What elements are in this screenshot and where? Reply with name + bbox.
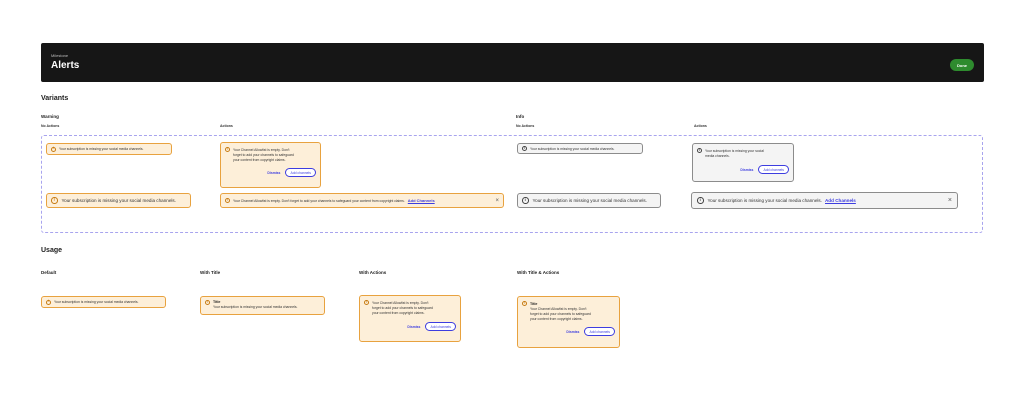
dismiss-button[interactable]: Dismiss <box>267 171 280 175</box>
info-alert-inline-actions: i Your subscription is missing your soci… <box>691 192 958 209</box>
info-actions-label: Actions <box>694 124 707 128</box>
warning-circle-icon: ! <box>46 299 51 305</box>
usage-with-title-actions-alert: ! Title Your Channel Allowlist is empty.… <box>517 296 620 348</box>
usage-with-actions-label: With Actions <box>359 270 387 275</box>
warning-circle-icon: ! <box>225 197 230 203</box>
warning-alert-small-actions: ! Your Channel Allowlist is empty. Don't… <box>220 142 321 188</box>
warning-heading: Warning <box>41 114 59 119</box>
usage-with-title-label: With Title <box>200 270 221 275</box>
add-channels-button[interactable]: Add channels <box>758 165 789 174</box>
add-channels-link[interactable]: Add Channels <box>825 198 856 203</box>
warning-alert-small: ! Your subscription is missing your soci… <box>46 143 172 155</box>
alert-message: Your subscription is missing your social… <box>59 147 144 151</box>
info-alert-large: i Your subscription is missing your soci… <box>517 193 661 208</box>
warning-alert-inline-actions: ! Your Channel Allowlist is empty. Don't… <box>220 193 504 208</box>
warning-circle-icon: ! <box>51 146 56 152</box>
info-circle-icon: i <box>697 148 702 153</box>
info-circle-icon: i <box>522 146 527 151</box>
alert-message: Your subscription is missing your social… <box>530 146 615 151</box>
variants-container <box>41 135 983 233</box>
alert-message-line: media channels. <box>705 154 730 158</box>
info-heading: Info <box>516 114 525 119</box>
usage-default-alert: ! Your subscription is missing your soci… <box>41 296 166 308</box>
done-button[interactable]: Done <box>950 59 974 71</box>
alert-message: Your subscription is missing your social… <box>532 198 647 203</box>
alert-message: Your subscription is missing your social… <box>61 198 176 203</box>
usage-default-label: Default <box>41 270 57 275</box>
page-title: Alerts <box>51 60 80 71</box>
warning-circle-icon: ! <box>225 146 230 152</box>
alert-message-line: your content from copyright claims. <box>372 311 425 315</box>
add-channels-button[interactable]: Add channels <box>584 327 615 336</box>
warning-actions-label: Actions <box>220 124 233 128</box>
alert-message: Your Channel Allowlist is empty. Don't f… <box>233 198 405 203</box>
add-channels-button[interactable]: Add channels <box>425 322 456 331</box>
page-header: Milestone Alerts Done <box>41 43 984 82</box>
warning-circle-icon: ! <box>205 299 210 305</box>
info-alert-small-actions: i Your subscription is missing your soci… <box>692 143 794 182</box>
info-no-actions-label: No Actions <box>516 124 535 128</box>
warning-circle-icon: ! <box>522 300 527 306</box>
warning-circle-icon: ! <box>51 197 58 204</box>
variants-heading: Variants <box>41 95 69 102</box>
usage-with-title-alert: ! Title Your subscription is missing you… <box>200 296 325 315</box>
dismiss-button[interactable]: Dismiss <box>407 325 420 329</box>
info-circle-icon: i <box>522 197 529 204</box>
alert-message: Your subscription is missing your social… <box>213 305 298 309</box>
alert-message: Your subscription is missing your social… <box>54 300 139 304</box>
header-eyebrow: Milestone <box>51 53 69 58</box>
usage-heading: Usage <box>41 247 63 254</box>
alert-message-line: your content from copyright claims. <box>530 317 583 321</box>
alert-message: Your subscription is missing your social… <box>707 198 822 203</box>
usage-with-title-actions-label: With Title & Actions <box>517 270 560 275</box>
dismiss-button[interactable]: Dismiss <box>566 330 579 334</box>
close-icon[interactable]: × <box>948 197 952 204</box>
usage-with-actions-alert: ! Your Channel Allowlist is empty. Don't… <box>359 295 461 342</box>
alert-message-line: your content from copyright claims. <box>233 158 286 162</box>
warning-alert-large: ! Your subscription is missing your soci… <box>46 193 191 208</box>
info-alert-small: i Your subscription is missing your soci… <box>517 143 643 154</box>
dismiss-button[interactable]: Dismiss <box>740 168 753 172</box>
warning-no-actions-label: No Actions <box>41 124 60 128</box>
add-channels-button[interactable]: Add channels <box>285 168 316 177</box>
info-circle-icon: i <box>697 197 704 204</box>
add-channels-link[interactable]: Add Channels <box>408 198 435 203</box>
warning-circle-icon: ! <box>364 299 369 305</box>
close-icon[interactable]: × <box>495 198 499 204</box>
